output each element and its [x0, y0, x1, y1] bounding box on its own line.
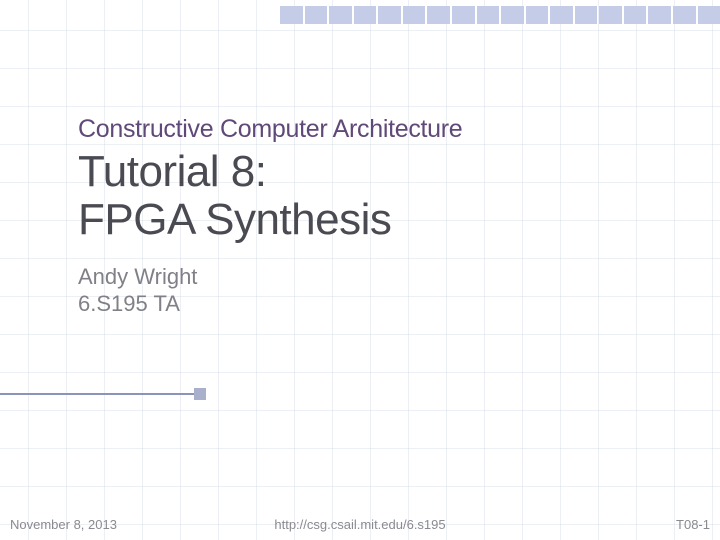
title-line-2: FPGA Synthesis — [78, 196, 670, 244]
course-name: Constructive Computer Architecture — [78, 115, 670, 144]
footer-date: November 8, 2013 — [10, 517, 117, 532]
title-line-1: Tutorial 8: — [78, 148, 670, 196]
accent-line — [0, 393, 194, 395]
footer-url: http://csg.csail.mit.edu/6.s195 — [274, 517, 445, 532]
footer-page-number: T08-1 — [676, 517, 710, 532]
course-code: 6.S195 TA — [78, 290, 670, 318]
slide-content: Constructive Computer Architecture Tutor… — [78, 115, 670, 318]
top-decorative-bar — [280, 6, 720, 24]
slide-footer: November 8, 2013 http://csg.csail.mit.ed… — [0, 517, 720, 532]
accent-box — [194, 388, 206, 400]
author-name: Andy Wright — [78, 263, 670, 291]
